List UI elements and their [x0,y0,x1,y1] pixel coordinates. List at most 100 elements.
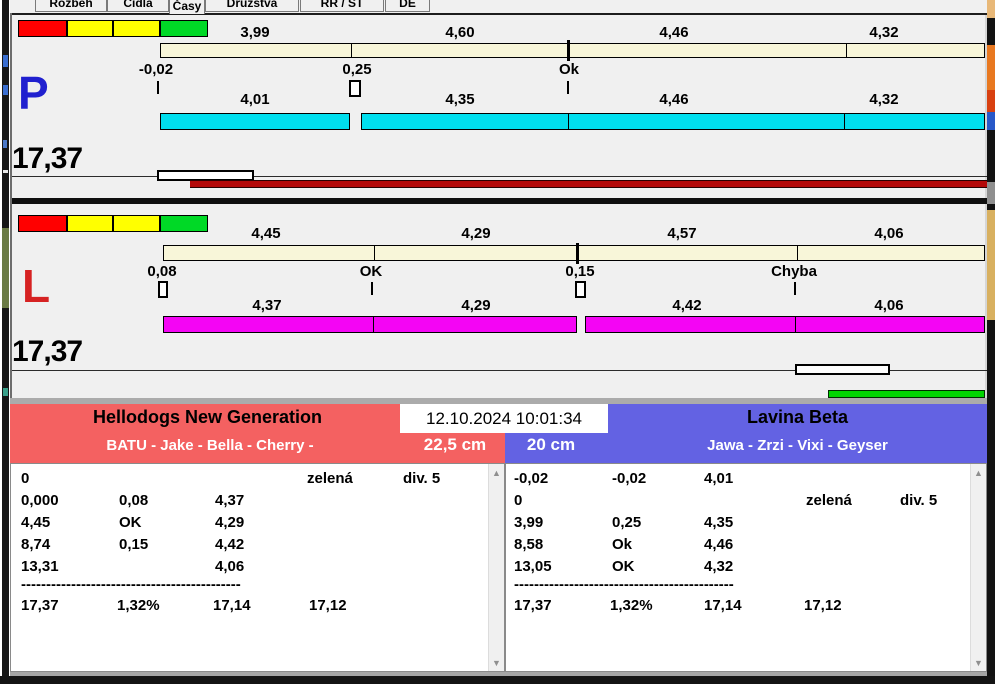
app-window: Rozbeh Čidla Časy Družstva RR / ST DE 3,… [0,0,995,684]
summary-percent: 1,32% [610,597,653,614]
right-background-strip [987,0,995,684]
timestamp-box: 12.10.2024 10:01:34 [400,404,608,433]
lane-l-light-yellow2 [113,215,160,232]
cell: 4,37 [215,492,244,509]
lane-p-top-split-1: 3,99 [215,24,295,41]
lane-l-bar-seg-4 [795,316,985,333]
lane-l-letter: L [22,263,50,309]
cell: 4,42 [215,536,244,553]
lane-p-light-yellow2 [113,20,160,37]
lane-l-mark-label-3: 0,15 [556,263,604,280]
cell: zelená [806,492,852,509]
cell: 4,06 [215,558,244,575]
lane-l-progress-bar [828,390,985,398]
lane-l-bar-seg-1 [163,316,374,333]
lane-l-sensor-box-2 [575,281,586,298]
lane-p-tick-1 [157,81,159,94]
lane-l-ruler [163,245,985,261]
lane-l-progress-marker [795,364,890,375]
team-right-scrollbar[interactable]: ▲ ▼ [970,464,986,671]
lane-l-bottom-split-4: 4,06 [849,297,929,314]
cell: -0,02 [514,470,548,487]
lane-l-mark-label-4: Chyba [766,263,822,280]
lane-p-top-split-3: 4,46 [634,24,714,41]
lane-p-bottom-split-2: 4,35 [420,91,500,108]
cell: 0,000 [21,492,59,509]
lane-l-mark-label-2: OK [347,263,395,280]
scroll-up-icon[interactable]: ▲ [489,465,504,480]
lane-p-crossing-mark [567,40,570,61]
lane-l-top-split-4: 4,06 [849,225,929,242]
cell: Ok [612,536,632,553]
dashed-separator: ----------------------------------------… [21,576,241,593]
cell: 0,15 [119,536,148,553]
timestamp: 12.10.2024 10:01:34 [426,409,582,429]
team-right-name: Lavina Beta [608,407,987,428]
summary-percent: 1,32% [117,597,160,614]
lane-p-sensor-box [349,80,361,97]
cell: div. 5 [900,492,937,509]
cell: 8,74 [21,536,50,553]
team-left-scrollbar[interactable]: ▲ ▼ [488,464,504,671]
lane-l-total-time: 17,37 [12,335,82,369]
cell: 13,31 [21,558,59,575]
lane-l-crossing-mark [576,243,579,264]
lane-p-bar-seg-3 [568,113,845,130]
cell: OK [119,514,142,531]
lane-p-bar-seg-2 [361,113,569,130]
lane-l-tick-2 [794,282,796,295]
lane-l-light-yellow1 [67,215,113,232]
lane-p-top-split-4: 4,32 [844,24,924,41]
lane-p-mark-label-1: -0,02 [132,61,180,78]
tab-druzstva[interactable]: Družstva [205,0,299,12]
lane-l-top-split-3: 4,57 [642,225,722,242]
lane-p-light-green [160,20,208,37]
scroll-down-icon[interactable]: ▼ [971,655,986,670]
cell: 4,46 [704,536,733,553]
lane-l-mark-label-1: 0,08 [138,263,186,280]
cell: 4,32 [704,558,733,575]
lane-p-total-time: 17,37 [12,142,82,176]
summary-net: 17,14 [213,597,251,614]
lane-l-light-red [18,215,67,232]
team-left-table[interactable]: 0 zelená div. 5 0,000 0,08 4,37 4,45 OK … [10,463,505,672]
lane-l-sensor-box-1 [158,281,168,298]
tab-cidla[interactable]: Čidla [107,0,169,12]
lane-l-light-green [160,215,208,232]
team-left-dogs: BATU - Jake - Bella - Cherry - [10,437,410,454]
team-right-dogs: Jawa - Zrzi - Vixi - Geyser [608,437,987,454]
cell: 0,25 [612,514,641,531]
lane-p-ruler [160,43,985,58]
cell: div. 5 [403,470,440,487]
cell: 8,58 [514,536,543,553]
lane-l-top-split-1: 4,45 [226,225,306,242]
lane-p-letter: P [18,70,49,116]
cell: 4,01 [704,470,733,487]
tab-casy[interactable]: Časy [169,0,205,14]
summary-total: 17,37 [514,597,552,614]
lane-p-light-red [18,20,67,37]
lane-l-bottom-split-1: 4,37 [227,297,307,314]
team-right-height: 20 cm [505,435,597,455]
tab-bar: Rozbeh Čidla Časy Družstva RR / ST DE [12,0,985,14]
lane-divider [12,198,987,204]
cell: 0 [21,470,29,487]
lane-l-bottom-split-3: 4,42 [647,297,727,314]
window-bottom-border [0,676,995,684]
dashed-separator: ----------------------------------------… [514,576,734,593]
cell: 4,45 [21,514,50,531]
lane-p-mark-label-3: Ok [545,61,593,78]
tab-rr-st[interactable]: RR / ST [300,0,384,12]
cell: 3,99 [514,514,543,531]
lane-l-bar-seg-2 [373,316,577,333]
scroll-down-icon[interactable]: ▼ [489,655,504,670]
scroll-up-icon[interactable]: ▲ [971,465,986,480]
cell: 0,08 [119,492,148,509]
cell: 4,35 [704,514,733,531]
tab-de[interactable]: DE [385,0,430,12]
cell: OK [612,558,635,575]
cell: 13,05 [514,558,552,575]
tab-rozbeh[interactable]: Rozbeh [35,0,107,12]
team-right-table[interactable]: -0,02 -0,02 4,01 0 zelená div. 5 3,99 0,… [505,463,987,672]
summary-net: 17,14 [704,597,742,614]
